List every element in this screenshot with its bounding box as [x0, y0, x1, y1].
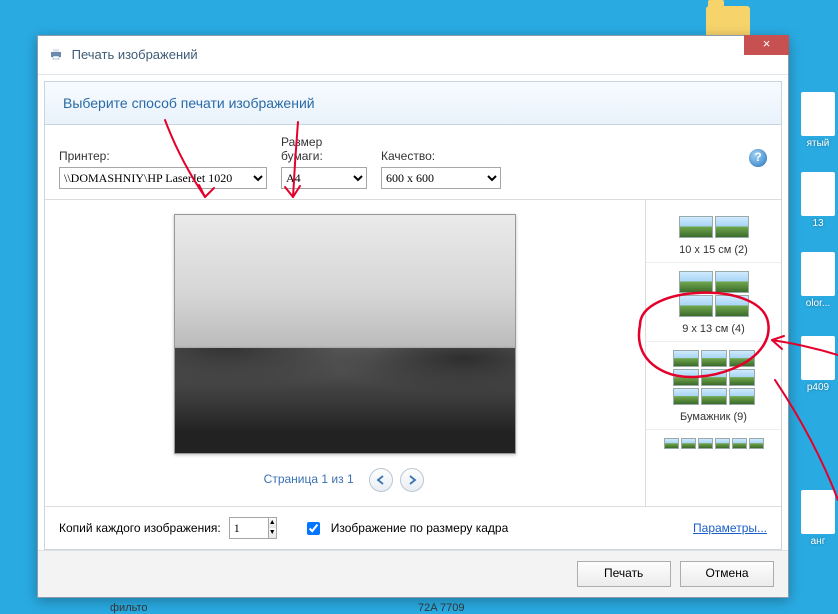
dialog-title: Печать изображений — [72, 47, 198, 62]
parameters-link[interactable]: Параметры... — [693, 521, 767, 535]
desktop-file-2[interactable]: 13 — [790, 172, 838, 232]
pager-text: Страница 1 из 1 — [264, 472, 354, 486]
spin-up[interactable]: ▲ — [269, 518, 276, 528]
desktop: ятый 13 olor... p409 анг × Печать изобра… — [0, 0, 838, 614]
spin-down[interactable]: ▼ — [269, 528, 276, 538]
preview-pane: Страница 1 из 1 — [45, 200, 646, 506]
desktop-file-4[interactable]: p409 — [790, 336, 838, 396]
layout-caption: Бумажник (9) — [646, 411, 781, 423]
dialog-heading: Выберите способ печати изображений — [45, 82, 781, 125]
close-button[interactable]: × — [744, 35, 789, 55]
copies-spinner[interactable]: ▲▼ — [229, 517, 277, 539]
bottom-bar: Копий каждого изображения: ▲▼ Изображени… — [45, 506, 781, 549]
titlebar[interactable]: Печать изображений — [38, 36, 788, 75]
layout-option-3[interactable] — [646, 430, 781, 461]
settings-row: Принтер: \\DOMASHNIY\HP LaserJet 1020 Ра… — [45, 125, 781, 193]
copies-label: Копий каждого изображения: — [59, 521, 221, 535]
printer-label: Принтер: — [59, 149, 267, 163]
copies-input[interactable] — [230, 518, 268, 538]
help-icon[interactable]: ? — [749, 149, 767, 167]
print-button[interactable]: Печать — [577, 561, 671, 587]
layout-caption: 10 x 15 см (2) — [646, 244, 781, 256]
dialog-inner: Выберите способ печати изображений Принт… — [44, 81, 782, 550]
prev-page-button[interactable] — [369, 468, 393, 492]
desktop-file-5[interactable]: анг — [790, 490, 838, 550]
fit-frame-checkbox[interactable] — [307, 522, 320, 535]
printer-select[interactable]: \\DOMASHNIY\HP LaserJet 1020 — [59, 167, 267, 189]
paper-select[interactable]: A4 — [281, 167, 367, 189]
layout-option-1[interactable]: 9 x 13 см (4) — [646, 263, 781, 342]
printer-icon — [50, 37, 62, 49]
dialog-footer: Печать Отмена — [38, 550, 788, 597]
print-dialog: × Печать изображений Выберите способ печ… — [37, 35, 789, 598]
preview-sheet — [174, 214, 516, 454]
layout-caption: 9 x 13 см (4) — [646, 323, 781, 335]
dialog-body: Страница 1 из 1 10 x 15 см (2) 9 x 13 см … — [45, 199, 781, 506]
next-page-button[interactable] — [400, 468, 424, 492]
quality-label: Качество: — [381, 149, 501, 163]
status-text-mid: 72A 7709 — [418, 602, 465, 614]
status-text-left: фильто — [110, 602, 148, 614]
pager: Страница 1 из 1 — [59, 468, 631, 492]
cancel-button[interactable]: Отмена — [680, 561, 774, 587]
layout-list[interactable]: 10 x 15 см (2) 9 x 13 см (4) Бумажник (9) — [646, 200, 781, 506]
desktop-file-1[interactable]: ятый — [790, 92, 838, 152]
layout-option-2[interactable]: Бумажник (9) — [646, 342, 781, 430]
desktop-file-3[interactable]: olor... — [790, 252, 838, 312]
layout-option-0[interactable]: 10 x 15 см (2) — [646, 208, 781, 263]
preview-photo — [175, 215, 515, 453]
paper-label: Размер бумаги: — [281, 135, 367, 163]
quality-select[interactable]: 600 x 600 — [381, 167, 501, 189]
fit-frame-label: Изображение по размеру кадра — [331, 521, 508, 535]
